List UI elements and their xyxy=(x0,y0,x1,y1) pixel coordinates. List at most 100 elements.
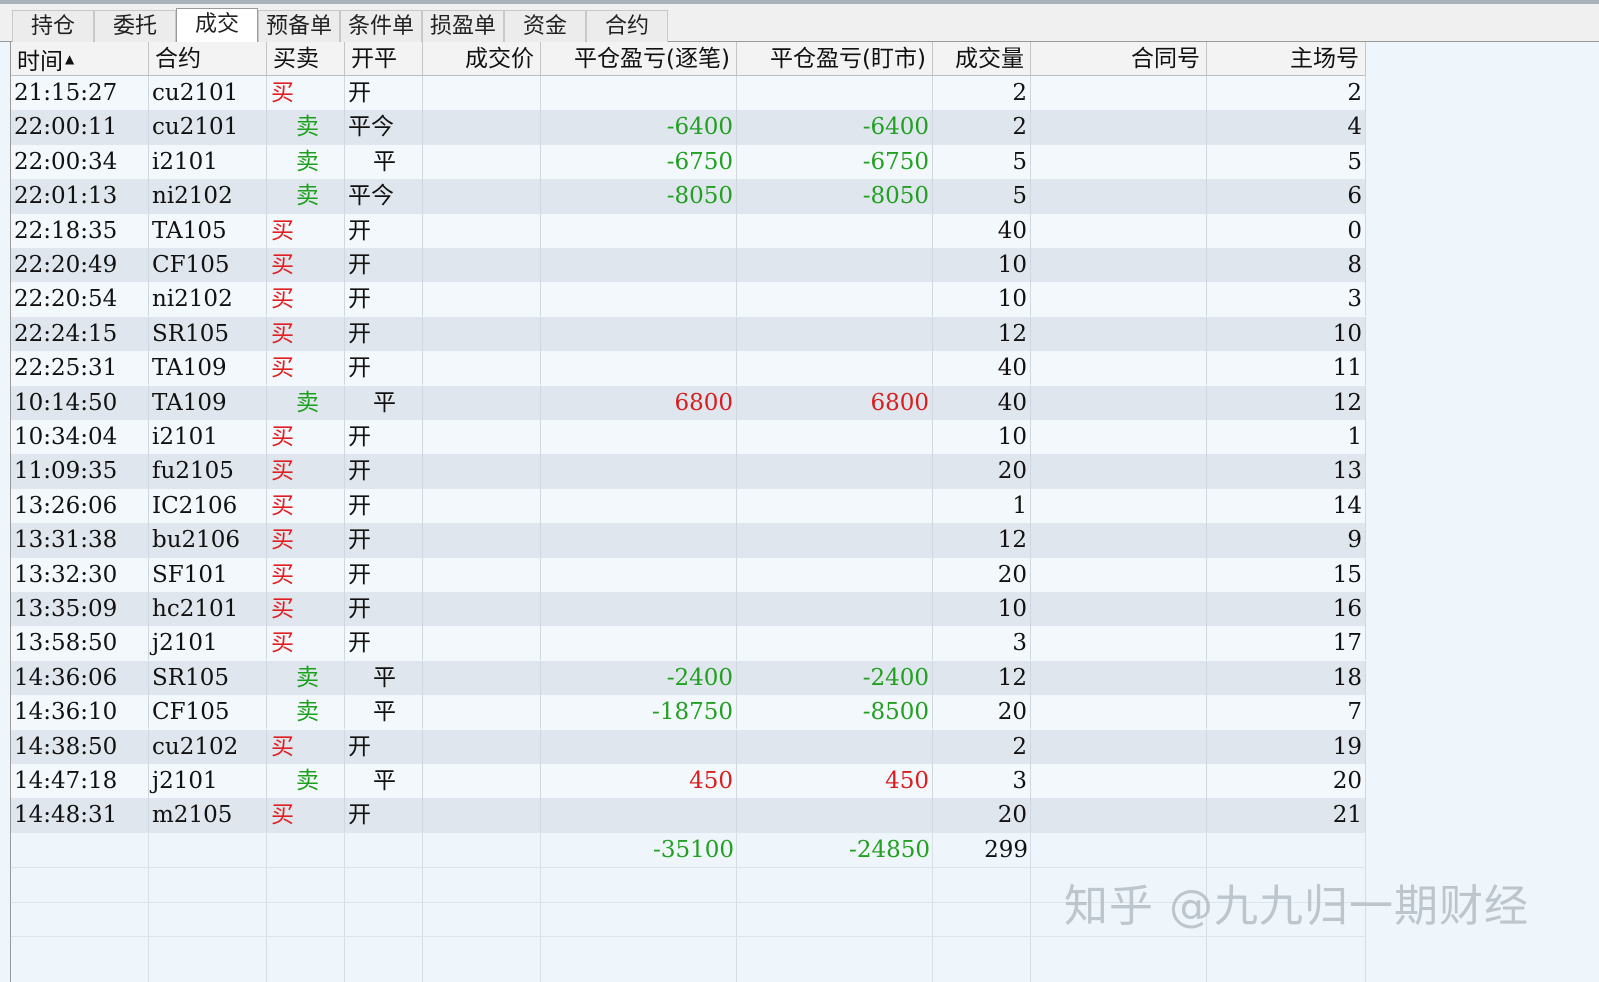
tab-2[interactable]: 成交 xyxy=(176,8,258,43)
cell-pnl-mark xyxy=(737,316,933,351)
tab-4[interactable]: 条件单 xyxy=(340,10,422,42)
column-header-contract[interactable]: 合约 xyxy=(149,42,267,76)
cell-pnl-trade: -6400 xyxy=(541,110,737,145)
cell-exchange-no: 11 xyxy=(1207,351,1366,386)
cell-pnl-mark xyxy=(737,76,933,110)
cell-exchange-no: 9 xyxy=(1207,523,1366,558)
table-row[interactable]: 22:25:31 TA109 买开 40 11 xyxy=(11,351,1366,386)
cell-volume: 10 xyxy=(933,420,1031,454)
cell-pnl-mark xyxy=(737,592,933,626)
cell-exchange-no: 3 xyxy=(1207,282,1366,317)
total-pnl-trade: -35100 xyxy=(653,836,734,863)
cell-openclose: 平 xyxy=(345,695,423,730)
cell-openclose: 开 xyxy=(345,488,423,523)
column-header-label: 平仓盈亏(盯市) xyxy=(770,46,926,72)
cell-exchange-no: 8 xyxy=(1207,248,1366,282)
cell-time: 22:01:13 xyxy=(11,179,149,214)
cell-contract-no xyxy=(1031,213,1207,248)
cell-contract-no xyxy=(1031,454,1207,489)
table-row[interactable]: 14:38:50 cu2102 买开 2 19 xyxy=(11,729,1366,764)
cell-pnl-trade xyxy=(541,523,737,558)
table-row[interactable]: 22:20:54 ni2102 买开 10 3 xyxy=(11,282,1366,317)
table-row[interactable]: 11:09:35 fu2105 买开 20 13 xyxy=(11,454,1366,489)
cell-side: 买 xyxy=(267,592,345,626)
table-row[interactable]: 21:15:27 cu2101 买开 2 2 xyxy=(11,76,1366,111)
cell-contract-no xyxy=(1031,695,1207,730)
cell-price xyxy=(423,729,541,764)
table-row[interactable]: 22:00:34 i2101 卖平 -6750 -6750 5 5 xyxy=(11,144,1366,180)
cell-pnl-mark xyxy=(737,523,933,558)
cell-contract-no xyxy=(1031,248,1207,282)
table-row[interactable]: 10:34:04 i2101 买开 10 1 xyxy=(11,420,1366,455)
cell-pnl-mark xyxy=(737,213,933,248)
column-header-time[interactable]: 时间 ▲ xyxy=(11,42,149,76)
column-header-volume[interactable]: 成交量 xyxy=(933,42,1031,76)
cell-contract: TA109 xyxy=(149,385,267,420)
cell-side: 卖 xyxy=(267,110,345,145)
tab-1[interactable]: 委托 xyxy=(94,10,176,42)
cell-exchange-no: 13 xyxy=(1207,454,1366,489)
cell-pnl-trade xyxy=(541,592,737,626)
table-row[interactable]: 22:01:13 ni2102 卖平今 -8050 -8050 5 6 xyxy=(11,179,1366,214)
cell-openclose: 平 xyxy=(345,385,423,420)
table-row[interactable]: 13:58:50 j2101 买开 3 17 xyxy=(11,626,1366,661)
table-row[interactable]: 22:24:15 SR105 买开 12 10 xyxy=(11,316,1366,352)
table-row[interactable]: 13:35:09 hc2101 买开 10 16 xyxy=(11,592,1366,627)
cell-price xyxy=(423,592,541,626)
column-header-openclose[interactable]: 开平 xyxy=(345,42,423,76)
cell-pnl-mark: -6400 xyxy=(737,110,933,145)
cell-volume: 40 xyxy=(933,213,1031,248)
column-header-price[interactable]: 成交价 xyxy=(423,42,541,76)
cell-volume: 10 xyxy=(933,248,1031,282)
cell-side: 买 xyxy=(267,420,345,454)
table-row[interactable]: 14:47:18 j2101 卖平 450 450 3 20 xyxy=(11,764,1366,799)
table-row[interactable]: 14:48:31 m2105 买开 20 21 xyxy=(11,798,1366,833)
tab-6[interactable]: 资金 xyxy=(504,10,586,42)
cell-volume: 20 xyxy=(933,695,1031,730)
cell-price xyxy=(423,660,541,695)
table-row[interactable]: 13:32:30 SF101 买开 20 15 xyxy=(11,557,1366,592)
cell-price xyxy=(423,248,541,282)
tab-7[interactable]: 合约 xyxy=(586,10,668,42)
tab-3[interactable]: 预备单 xyxy=(258,10,340,42)
cell-pnl-mark: -8050 xyxy=(737,179,933,214)
table-row[interactable]: 22:20:49 CF105 买开 10 8 xyxy=(11,248,1366,283)
cell-exchange-no: 10 xyxy=(1207,316,1366,351)
cell-contract: CF105 xyxy=(149,248,267,282)
column-header-contract-no[interactable]: 合同号 xyxy=(1031,42,1207,76)
cell-volume: 2 xyxy=(933,729,1031,764)
table-row[interactable]: 13:31:38 bu2106 买开 12 9 xyxy=(11,523,1366,558)
column-header-pnl-trade[interactable]: 平仓盈亏(逐笔) xyxy=(541,42,737,76)
cell-price xyxy=(423,523,541,558)
cell-side: 卖 xyxy=(267,660,345,695)
column-header-side[interactable]: 买卖 xyxy=(267,42,345,76)
cell-side: 买 xyxy=(267,729,345,764)
cell-contract: i2101 xyxy=(149,420,267,454)
column-header-pnl-mark[interactable]: 平仓盈亏(盯市) xyxy=(737,42,933,76)
cell-openclose: 开 xyxy=(345,454,423,489)
tab-bar: 持仓 委托 成交 预备单 条件单 损盈单 资金 合约 xyxy=(0,4,1599,43)
cell-side: 买 xyxy=(267,557,345,592)
cell-price xyxy=(423,420,541,454)
column-header-exchange-no[interactable]: 主场号 xyxy=(1207,42,1366,76)
cell-contract: TA109 xyxy=(149,351,267,386)
table-row[interactable]: 14:36:10 CF105 卖平 -18750 -8500 20 7 xyxy=(11,695,1366,730)
tab-0[interactable]: 持仓 xyxy=(12,10,94,42)
cell-pnl-trade: -6750 xyxy=(541,144,737,179)
cell-time: 22:24:15 xyxy=(11,316,149,351)
cell-contract: j2101 xyxy=(149,764,267,798)
cell-contract-no xyxy=(1031,110,1207,145)
cell-contract-no xyxy=(1031,729,1207,764)
table-row[interactable]: 10:14:50 TA109 卖平 6800 6800 40 12 xyxy=(11,385,1366,420)
tab-5[interactable]: 损盈单 xyxy=(422,10,504,42)
cell-openclose: 开 xyxy=(345,557,423,592)
cell-side: 买 xyxy=(267,626,345,661)
table-row[interactable]: 22:00:11 cu2101 卖平今 -6400 -6400 2 4 xyxy=(11,110,1366,145)
cell-side: 买 xyxy=(267,213,345,248)
cell-pnl-mark xyxy=(737,557,933,592)
cell-price xyxy=(423,764,541,798)
table-row[interactable]: 13:26:06 IC2106 买开 1 14 xyxy=(11,488,1366,524)
table-row[interactable]: 22:18:35 TA105 买开 40 0 xyxy=(11,213,1366,248)
table-row[interactable]: 14:36:06 SR105 卖平 -2400 -2400 12 18 xyxy=(11,660,1366,696)
cell-exchange-no: 7 xyxy=(1207,695,1366,730)
